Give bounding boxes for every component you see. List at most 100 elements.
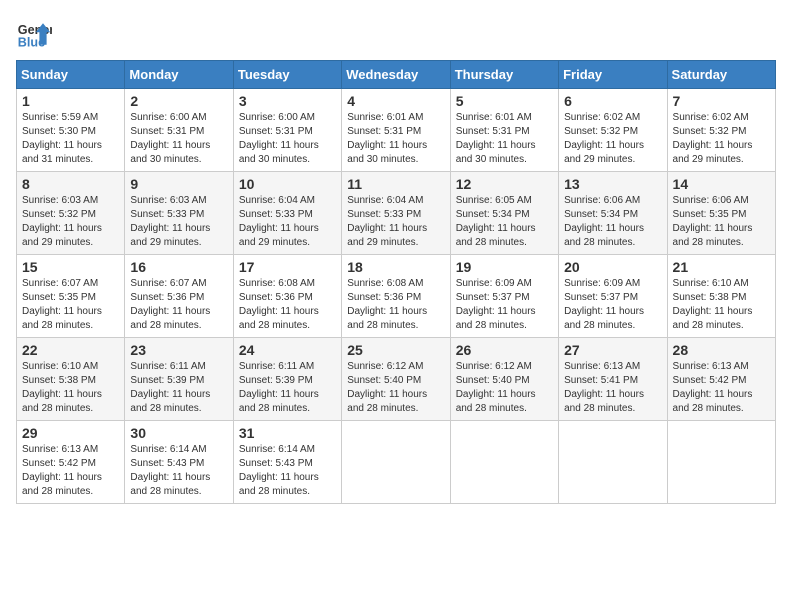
day-number: 13	[564, 176, 661, 192]
calendar-cell: 30 Sunrise: 6:14 AMSunset: 5:43 PMDaylig…	[125, 421, 233, 504]
day-info: Sunrise: 6:00 AMSunset: 5:31 PMDaylight:…	[239, 112, 319, 165]
weekday-header-cell: Tuesday	[233, 61, 341, 89]
day-number: 31	[239, 425, 336, 441]
calendar-cell: 8 Sunrise: 6:03 AMSunset: 5:32 PMDayligh…	[17, 172, 125, 255]
day-info: Sunrise: 6:08 AMSunset: 5:36 PMDaylight:…	[347, 278, 427, 331]
day-info: Sunrise: 6:01 AMSunset: 5:31 PMDaylight:…	[456, 112, 536, 165]
day-info: Sunrise: 6:05 AMSunset: 5:34 PMDaylight:…	[456, 195, 536, 248]
day-info: Sunrise: 6:11 AMSunset: 5:39 PMDaylight:…	[130, 361, 210, 414]
weekday-header-cell: Monday	[125, 61, 233, 89]
day-number: 19	[456, 259, 553, 275]
calendar-cell: 20 Sunrise: 6:09 AMSunset: 5:37 PMDaylig…	[559, 255, 667, 338]
day-info: Sunrise: 6:02 AMSunset: 5:32 PMDaylight:…	[673, 112, 753, 165]
day-info: Sunrise: 6:04 AMSunset: 5:33 PMDaylight:…	[347, 195, 427, 248]
calendar-cell: 31 Sunrise: 6:14 AMSunset: 5:43 PMDaylig…	[233, 421, 341, 504]
calendar-row: 8 Sunrise: 6:03 AMSunset: 5:32 PMDayligh…	[17, 172, 776, 255]
calendar-cell	[342, 421, 450, 504]
day-number: 1	[22, 93, 119, 109]
day-info: Sunrise: 6:11 AMSunset: 5:39 PMDaylight:…	[239, 361, 319, 414]
day-info: Sunrise: 6:04 AMSunset: 5:33 PMDaylight:…	[239, 195, 319, 248]
calendar-cell: 24 Sunrise: 6:11 AMSunset: 5:39 PMDaylig…	[233, 338, 341, 421]
calendar-cell: 3 Sunrise: 6:00 AMSunset: 5:31 PMDayligh…	[233, 89, 341, 172]
weekday-header-cell: Saturday	[667, 61, 775, 89]
page-header: General Blue	[16, 16, 776, 52]
logo: General Blue	[16, 16, 56, 52]
day-info: Sunrise: 6:06 AMSunset: 5:35 PMDaylight:…	[673, 195, 753, 248]
calendar-cell: 25 Sunrise: 6:12 AMSunset: 5:40 PMDaylig…	[342, 338, 450, 421]
calendar-cell: 19 Sunrise: 6:09 AMSunset: 5:37 PMDaylig…	[450, 255, 558, 338]
day-number: 7	[673, 93, 770, 109]
calendar-cell: 4 Sunrise: 6:01 AMSunset: 5:31 PMDayligh…	[342, 89, 450, 172]
weekday-header-row: SundayMondayTuesdayWednesdayThursdayFrid…	[17, 61, 776, 89]
day-info: Sunrise: 6:07 AMSunset: 5:35 PMDaylight:…	[22, 278, 102, 331]
calendar-cell: 10 Sunrise: 6:04 AMSunset: 5:33 PMDaylig…	[233, 172, 341, 255]
calendar-cell: 18 Sunrise: 6:08 AMSunset: 5:36 PMDaylig…	[342, 255, 450, 338]
day-number: 6	[564, 93, 661, 109]
calendar-cell: 9 Sunrise: 6:03 AMSunset: 5:33 PMDayligh…	[125, 172, 233, 255]
day-number: 15	[22, 259, 119, 275]
day-info: Sunrise: 6:01 AMSunset: 5:31 PMDaylight:…	[347, 112, 427, 165]
day-info: Sunrise: 6:10 AMSunset: 5:38 PMDaylight:…	[673, 278, 753, 331]
calendar-cell	[559, 421, 667, 504]
calendar-cell: 29 Sunrise: 6:13 AMSunset: 5:42 PMDaylig…	[17, 421, 125, 504]
day-info: Sunrise: 6:02 AMSunset: 5:32 PMDaylight:…	[564, 112, 644, 165]
day-number: 28	[673, 342, 770, 358]
day-number: 14	[673, 176, 770, 192]
day-number: 25	[347, 342, 444, 358]
calendar-cell: 21 Sunrise: 6:10 AMSunset: 5:38 PMDaylig…	[667, 255, 775, 338]
day-number: 11	[347, 176, 444, 192]
day-number: 10	[239, 176, 336, 192]
calendar-cell: 6 Sunrise: 6:02 AMSunset: 5:32 PMDayligh…	[559, 89, 667, 172]
day-number: 2	[130, 93, 227, 109]
calendar-row: 1 Sunrise: 5:59 AMSunset: 5:30 PMDayligh…	[17, 89, 776, 172]
day-info: Sunrise: 6:13 AMSunset: 5:42 PMDaylight:…	[22, 444, 102, 497]
calendar-cell: 1 Sunrise: 5:59 AMSunset: 5:30 PMDayligh…	[17, 89, 125, 172]
weekday-header-cell: Wednesday	[342, 61, 450, 89]
calendar-row: 15 Sunrise: 6:07 AMSunset: 5:35 PMDaylig…	[17, 255, 776, 338]
day-info: Sunrise: 6:13 AMSunset: 5:41 PMDaylight:…	[564, 361, 644, 414]
day-number: 4	[347, 93, 444, 109]
calendar-cell	[667, 421, 775, 504]
day-info: Sunrise: 6:00 AMSunset: 5:31 PMDaylight:…	[130, 112, 210, 165]
calendar-cell: 7 Sunrise: 6:02 AMSunset: 5:32 PMDayligh…	[667, 89, 775, 172]
day-number: 20	[564, 259, 661, 275]
day-info: Sunrise: 6:03 AMSunset: 5:32 PMDaylight:…	[22, 195, 102, 248]
day-number: 26	[456, 342, 553, 358]
day-number: 30	[130, 425, 227, 441]
calendar-cell: 13 Sunrise: 6:06 AMSunset: 5:34 PMDaylig…	[559, 172, 667, 255]
day-info: Sunrise: 5:59 AMSunset: 5:30 PMDaylight:…	[22, 112, 102, 165]
day-info: Sunrise: 6:08 AMSunset: 5:36 PMDaylight:…	[239, 278, 319, 331]
day-number: 18	[347, 259, 444, 275]
calendar-cell: 16 Sunrise: 6:07 AMSunset: 5:36 PMDaylig…	[125, 255, 233, 338]
weekday-header-cell: Friday	[559, 61, 667, 89]
day-info: Sunrise: 6:09 AMSunset: 5:37 PMDaylight:…	[564, 278, 644, 331]
calendar-cell: 15 Sunrise: 6:07 AMSunset: 5:35 PMDaylig…	[17, 255, 125, 338]
day-number: 12	[456, 176, 553, 192]
calendar-cell: 2 Sunrise: 6:00 AMSunset: 5:31 PMDayligh…	[125, 89, 233, 172]
day-info: Sunrise: 6:12 AMSunset: 5:40 PMDaylight:…	[456, 361, 536, 414]
calendar-cell: 14 Sunrise: 6:06 AMSunset: 5:35 PMDaylig…	[667, 172, 775, 255]
day-info: Sunrise: 6:13 AMSunset: 5:42 PMDaylight:…	[673, 361, 753, 414]
calendar-cell: 22 Sunrise: 6:10 AMSunset: 5:38 PMDaylig…	[17, 338, 125, 421]
calendar-table: SundayMondayTuesdayWednesdayThursdayFrid…	[16, 60, 776, 504]
day-number: 3	[239, 93, 336, 109]
day-info: Sunrise: 6:03 AMSunset: 5:33 PMDaylight:…	[130, 195, 210, 248]
day-number: 24	[239, 342, 336, 358]
day-number: 16	[130, 259, 227, 275]
day-number: 8	[22, 176, 119, 192]
day-number: 29	[22, 425, 119, 441]
day-number: 21	[673, 259, 770, 275]
calendar-cell: 27 Sunrise: 6:13 AMSunset: 5:41 PMDaylig…	[559, 338, 667, 421]
calendar-cell: 11 Sunrise: 6:04 AMSunset: 5:33 PMDaylig…	[342, 172, 450, 255]
calendar-cell: 23 Sunrise: 6:11 AMSunset: 5:39 PMDaylig…	[125, 338, 233, 421]
day-number: 9	[130, 176, 227, 192]
calendar-cell: 28 Sunrise: 6:13 AMSunset: 5:42 PMDaylig…	[667, 338, 775, 421]
day-info: Sunrise: 6:14 AMSunset: 5:43 PMDaylight:…	[130, 444, 210, 497]
weekday-header-cell: Sunday	[17, 61, 125, 89]
day-number: 17	[239, 259, 336, 275]
day-info: Sunrise: 6:07 AMSunset: 5:36 PMDaylight:…	[130, 278, 210, 331]
calendar-row: 29 Sunrise: 6:13 AMSunset: 5:42 PMDaylig…	[17, 421, 776, 504]
calendar-cell: 26 Sunrise: 6:12 AMSunset: 5:40 PMDaylig…	[450, 338, 558, 421]
day-number: 5	[456, 93, 553, 109]
calendar-cell	[450, 421, 558, 504]
